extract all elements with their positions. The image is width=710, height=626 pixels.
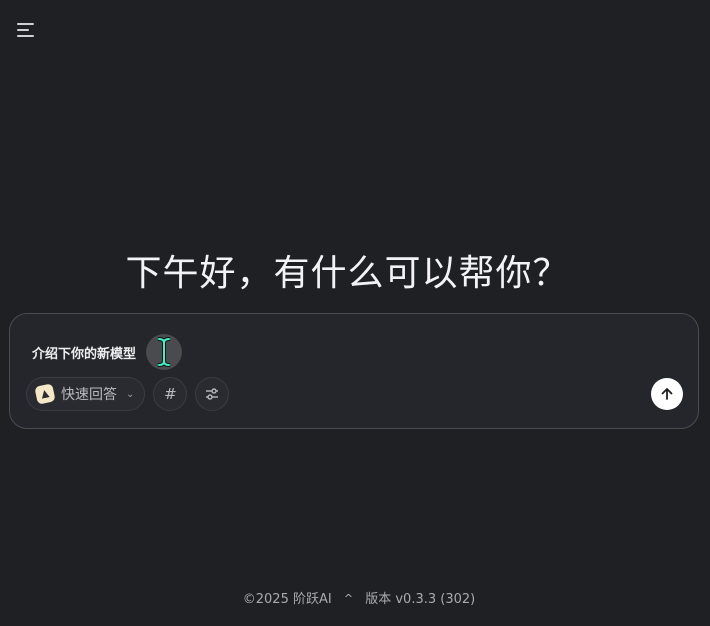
- greeting-title: 下午好，有什么可以帮你？: [125, 253, 570, 294]
- menu-icon[interactable]: [17, 20, 39, 40]
- composer-toolbar: 快速回答 ⌄ #: [26, 377, 230, 411]
- quick-answer-icon: [34, 383, 56, 405]
- settings-button[interactable]: [195, 377, 230, 411]
- prompt-input[interactable]: 介绍下你的新模型: [32, 343, 136, 362]
- app-page: 下午好，有什么可以帮你？ 介绍下你的新模型 快速回答 ⌄ # ©2025 阶跃A…: [0, 0, 710, 626]
- chevron-down-icon: ⌄: [126, 388, 135, 400]
- quick-answer-button[interactable]: 快速回答 ⌄: [26, 377, 146, 411]
- quick-answer-label: 快速回答: [61, 387, 117, 403]
- ibeam-cursor-icon: [158, 337, 171, 367]
- copyright-text: ©2025 阶跃AI: [242, 592, 332, 607]
- text-cursor-indicator: [146, 334, 183, 370]
- sliders-icon: [206, 388, 219, 400]
- prompt-row: 介绍下你的新模型: [32, 334, 183, 370]
- hashtag-button[interactable]: #: [153, 377, 188, 411]
- footer: ©2025 阶跃AI ^ 版本 v0.3.3 (302): [0, 588, 710, 607]
- arrow-up-icon: [661, 388, 673, 400]
- send-button[interactable]: [651, 378, 683, 410]
- hash-icon: #: [164, 385, 177, 403]
- version-text: 版本 v0.3.3 (302): [365, 592, 476, 607]
- chat-composer[interactable]: 介绍下你的新模型 快速回答 ⌄ #: [9, 313, 699, 429]
- caret-up-icon[interactable]: ^: [344, 592, 353, 605]
